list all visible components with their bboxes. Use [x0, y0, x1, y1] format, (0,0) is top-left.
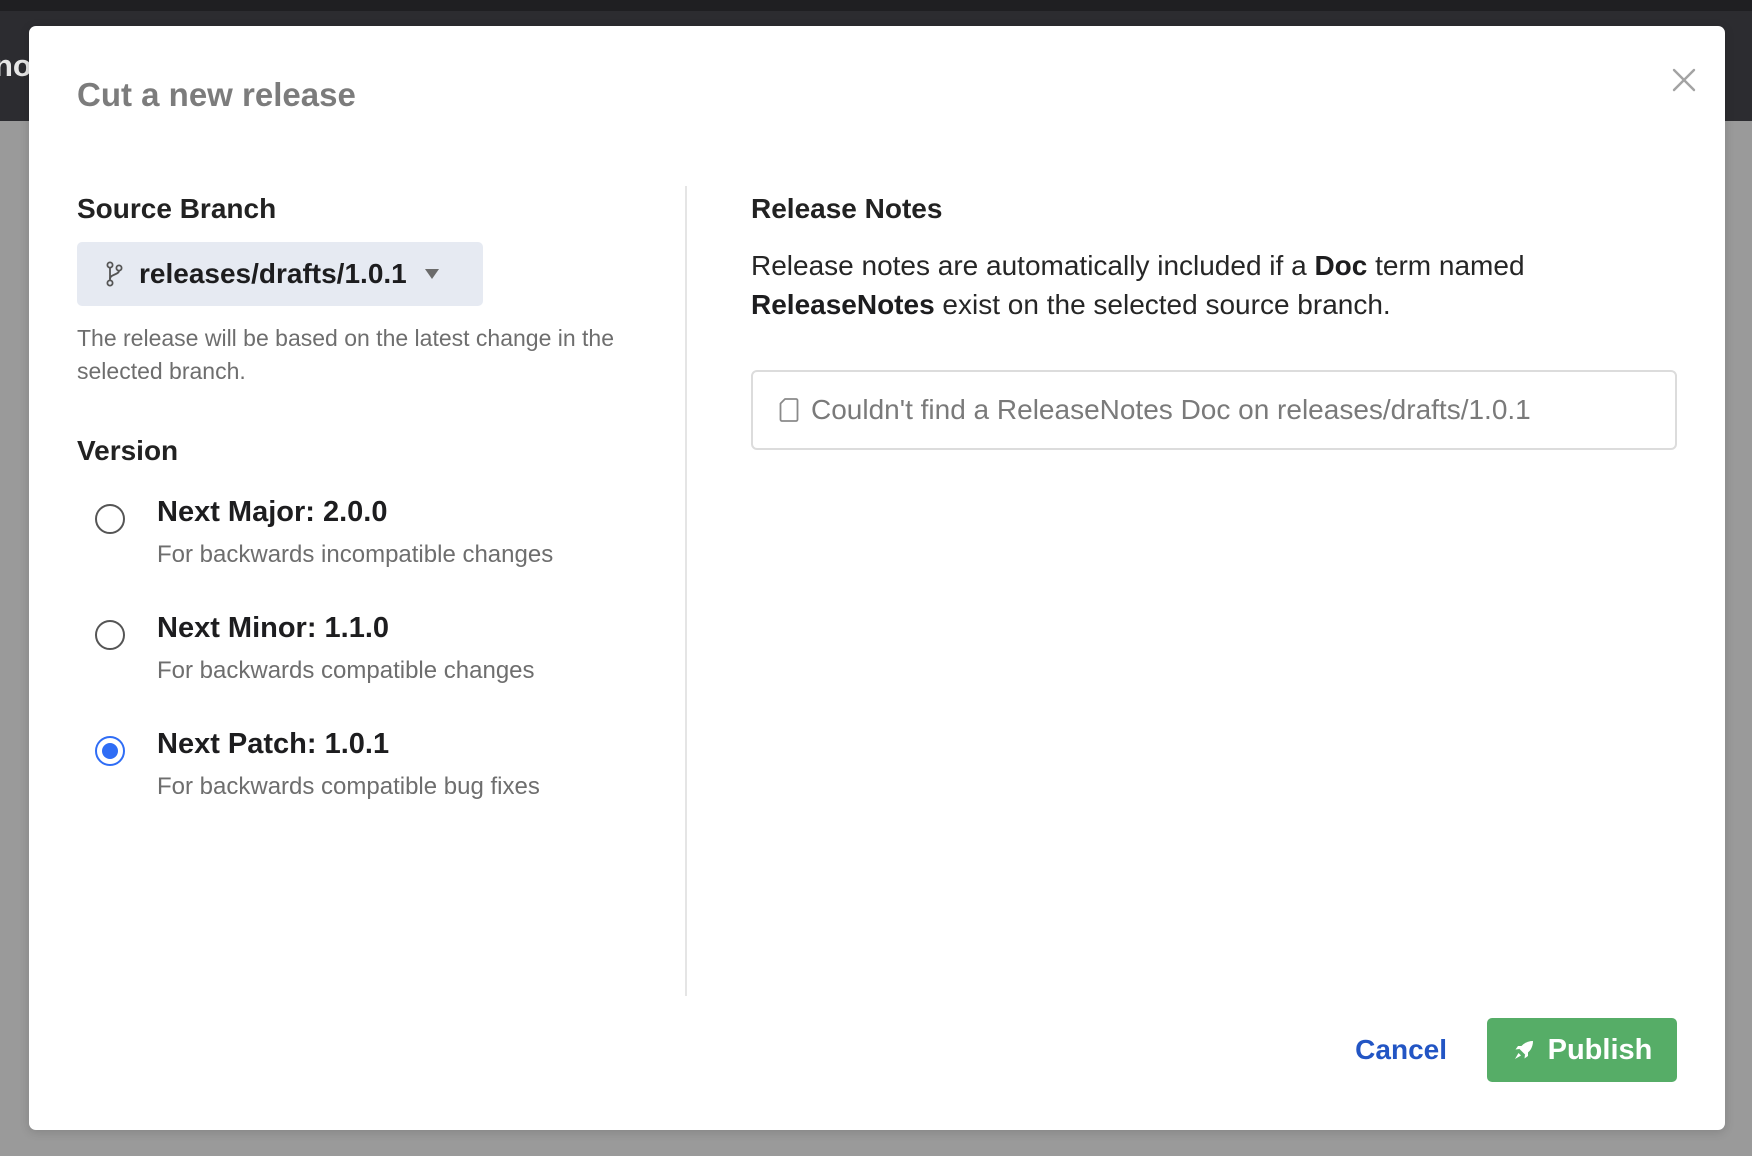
cancel-button[interactable]: Cancel — [1355, 1034, 1447, 1066]
left-column: Source Branch releases/drafts/1.0.1 The … — [77, 186, 657, 840]
caret-down-icon — [424, 269, 439, 279]
radio-patch[interactable] — [95, 736, 125, 766]
desc-bold-doc: Doc — [1314, 250, 1368, 281]
right-column: Release Notes Release notes are automati… — [751, 186, 1679, 450]
git-branch-icon — [106, 261, 123, 287]
radio-option-minor[interactable]: Next Minor: 1.1.0 For backwards compatib… — [77, 608, 657, 724]
branch-select-value: releases/drafts/1.0.1 — [139, 258, 407, 289]
desc-text: Release notes are automatically included… — [751, 250, 1315, 281]
close-button[interactable] — [1660, 56, 1708, 104]
radio-description: For backwards compatible changes — [157, 657, 535, 684]
column-divider — [685, 186, 687, 996]
background-partial-text: no — [0, 48, 32, 83]
release-notes-empty-message: Couldn't find a ReleaseNotes Doc on rele… — [811, 394, 1531, 425]
desc-text: term named — [1367, 250, 1525, 281]
radio-option-patch[interactable]: Next Patch: 1.0.1 For backwards compatib… — [77, 724, 657, 840]
radio-major[interactable] — [95, 504, 125, 534]
radio-title: Next Major: 2.0.0 — [157, 496, 388, 528]
source-branch-label: Source Branch — [77, 193, 277, 224]
version-radio-group: Next Major: 2.0.0 For backwards incompat… — [77, 492, 657, 840]
desc-bold-releasenotes: ReleaseNotes — [751, 289, 935, 320]
document-icon — [779, 398, 799, 422]
modal-footer: Cancel Publish — [1355, 1018, 1677, 1082]
desc-text: exist on the selected source branch. — [934, 289, 1391, 320]
release-modal: Cut a new release Source Branch releases… — [29, 26, 1725, 1130]
rocket-icon — [1514, 1041, 1533, 1059]
release-notes-description: Release notes are automatically included… — [751, 246, 1679, 324]
radio-option-major[interactable]: Next Major: 2.0.0 For backwards incompat… — [77, 492, 657, 608]
version-label: Version — [77, 435, 179, 466]
publish-label: Publish — [1547, 1033, 1653, 1066]
release-notes-empty-box: Couldn't find a ReleaseNotes Doc on rele… — [751, 370, 1677, 450]
background-strip — [0, 0, 1752, 11]
release-notes-label: Release Notes — [751, 193, 943, 224]
close-icon — [1672, 68, 1696, 92]
radio-title: Next Patch: 1.0.1 — [157, 728, 390, 760]
radio-description: For backwards incompatible changes — [157, 541, 554, 568]
modal-title: Cut a new release — [77, 76, 356, 113]
radio-minor[interactable] — [95, 620, 125, 650]
branch-select[interactable]: releases/drafts/1.0.1 — [77, 242, 483, 306]
radio-title: Next Minor: 1.1.0 — [157, 612, 390, 644]
branch-help-text: The release will be based on the latest … — [77, 325, 615, 384]
publish-button[interactable]: Publish — [1487, 1018, 1677, 1082]
radio-description: For backwards compatible bug fixes — [157, 773, 540, 800]
